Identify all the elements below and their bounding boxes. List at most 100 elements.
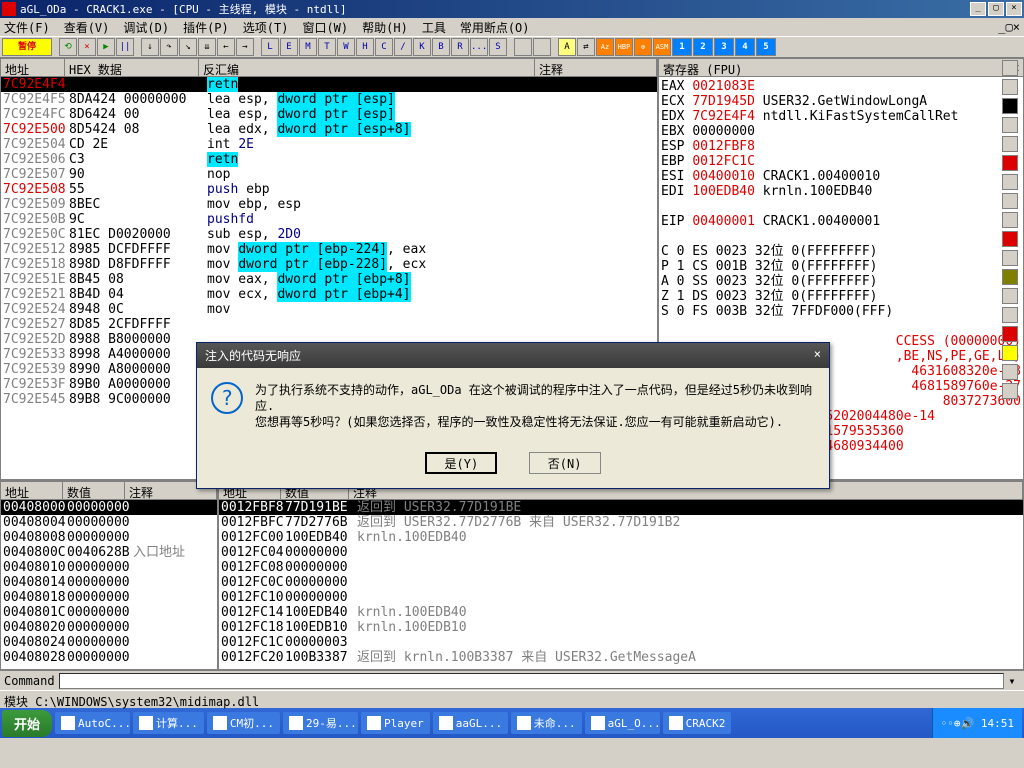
num-btn-3[interactable]: 3 — [714, 38, 734, 56]
menu-window[interactable]: 窗口(W) — [302, 19, 348, 36]
disasm-row[interactable]: 7C92E50B9Cpushfd — [1, 212, 657, 227]
pause-debug-button[interactable]: || — [116, 38, 134, 56]
register-row[interactable]: EBX 00000000 — [661, 124, 1021, 139]
num-btn-5[interactable]: 5 — [756, 38, 776, 56]
letter-btn-L[interactable]: L — [261, 38, 279, 56]
register-row[interactable]: ESP 0012FBF8 — [661, 139, 1021, 154]
trace-over-button[interactable]: ⇊ — [198, 38, 216, 56]
az-button[interactable]: Az — [596, 38, 614, 56]
letter-btn-/[interactable]: / — [394, 38, 412, 56]
close-button[interactable]: × — [1006, 2, 1022, 16]
taskbar-item[interactable]: AutoC... — [55, 712, 130, 734]
rtool-8[interactable] — [1002, 193, 1018, 209]
mdi-minimize[interactable]: _ — [998, 20, 1005, 34]
rtool-15[interactable] — [1002, 326, 1018, 342]
maximize-button[interactable]: ▢ — [988, 2, 1004, 16]
taskbar-item[interactable]: 计算... — [133, 712, 204, 734]
register-row[interactable]: EBP 0012FC1C — [661, 154, 1021, 169]
disasm-row[interactable]: 7C92E506C3retn — [1, 152, 657, 167]
rtool-2[interactable] — [1002, 79, 1018, 95]
hbp-button[interactable]: HBP — [615, 38, 633, 56]
menu-tools[interactable]: 工具 — [422, 19, 446, 36]
system-tray[interactable]: ◦◦⊕🔊 14:51 — [932, 708, 1022, 738]
disasm-row[interactable]: 7C92E4F58DA424 00000000lea esp, dword pt… — [1, 92, 657, 107]
disasm-row[interactable]: 7C92E50790nop — [1, 167, 657, 182]
taskbar-item[interactable]: CRACK2 — [663, 712, 732, 734]
dump-row[interactable]: 0040800C0040628B入口地址 — [1, 545, 217, 560]
dump-body[interactable]: 0040800000000000004080040000000000408008… — [1, 500, 217, 669]
step-over-button[interactable]: ↷ — [160, 38, 178, 56]
rtool-6[interactable] — [1002, 155, 1018, 171]
dialog-titlebar[interactable]: 注入的代码无响应 × — [197, 343, 829, 368]
rtool-12[interactable] — [1002, 269, 1018, 285]
stack-row[interactable]: 0012FBF877D191BE返回到 USER32.77D191BE — [219, 500, 1023, 515]
register-row[interactable]: EAX 0021083E — [661, 79, 1021, 94]
stack-row[interactable]: 0012FC1000000000 — [219, 590, 1023, 605]
register-row[interactable]: ESI 00400010 CRACK1.00400010 — [661, 169, 1021, 184]
num-btn-1[interactable]: 1 — [672, 38, 692, 56]
stack-row[interactable]: 0012FC0800000000 — [219, 560, 1023, 575]
letter-btn-M[interactable]: M — [299, 38, 317, 56]
dump-col-addr[interactable]: 地址 — [1, 482, 63, 499]
disasm-row[interactable]: 7C92E4FC8D6424 00lea esp, dword ptr [esp… — [1, 107, 657, 122]
taskbar-item[interactable]: aaGL... — [433, 712, 508, 734]
dump-row[interactable]: 0040800000000000 — [1, 500, 217, 515]
mdi-restore[interactable]: ▢ — [1006, 20, 1013, 34]
col-hex-header[interactable]: HEX 数据 — [65, 59, 199, 76]
menu-view[interactable]: 查看(V) — [64, 19, 110, 36]
letter-btn-K[interactable]: K — [413, 38, 431, 56]
disasm-row[interactable]: 7C92E5278D85 2CFDFFFF — [1, 317, 657, 332]
tool-btn-a[interactable] — [514, 38, 532, 56]
rtool-16[interactable] — [1002, 345, 1018, 361]
letter-btn-C[interactable]: C — [375, 38, 393, 56]
disasm-row[interactable]: 7C92E5098BECmov ebp, esp — [1, 197, 657, 212]
letter-btn-E[interactable]: E — [280, 38, 298, 56]
command-input[interactable] — [59, 673, 1004, 689]
dump-row[interactable]: 0040801000000000 — [1, 560, 217, 575]
dump-row[interactable]: 0040802400000000 — [1, 635, 217, 650]
disasm-row[interactable]: 7C92E4F4C3retn — [1, 77, 657, 92]
minimize-button[interactable]: _ — [970, 2, 986, 16]
rtool-4[interactable] — [1002, 117, 1018, 133]
num-btn-4[interactable]: 4 — [735, 38, 755, 56]
rtool-7[interactable] — [1002, 174, 1018, 190]
stack-row[interactable]: 0012FC18100EDB10krnln.100EDB10 — [219, 620, 1023, 635]
rtool-5[interactable] — [1002, 136, 1018, 152]
rtool-11[interactable] — [1002, 250, 1018, 266]
dump-col-val[interactable]: 数值 — [63, 482, 125, 499]
mdi-close[interactable]: × — [1013, 20, 1020, 34]
register-row[interactable]: EDI 100EDB40 krnln.100EDB40 — [661, 184, 1021, 199]
trace-into-button[interactable]: ↘ — [179, 38, 197, 56]
disasm-row[interactable]: 7C92E5128985 DCFDFFFFmov dword ptr [ebp-… — [1, 242, 657, 257]
rtool-1[interactable] — [1002, 60, 1018, 76]
dump-row[interactable]: 0040801800000000 — [1, 590, 217, 605]
register-row[interactable]: ECX 77D1945D USER32.GetWindowLongA — [661, 94, 1021, 109]
disasm-row[interactable]: 7C92E518898D D8FDFFFFmov dword ptr [ebp-… — [1, 257, 657, 272]
stack-row[interactable]: 0012FC0C00000000 — [219, 575, 1023, 590]
taskbar-item[interactable]: 未命... — [511, 712, 582, 734]
col-asm-header[interactable]: 反汇编 — [199, 59, 535, 76]
close-debuggee-button[interactable]: × — [78, 38, 96, 56]
step-into-button[interactable]: ↓ — [141, 38, 159, 56]
num-btn-2[interactable]: 2 — [693, 38, 713, 56]
letter-btn-W[interactable]: W — [337, 38, 355, 56]
rtool-14[interactable] — [1002, 307, 1018, 323]
rtool-9[interactable] — [1002, 212, 1018, 228]
rtool-3[interactable] — [1002, 98, 1018, 114]
start-button[interactable]: 开始 — [2, 710, 52, 737]
menu-file[interactable]: 文件(F) — [4, 19, 50, 36]
col-cmt-header[interactable]: 注释 — [535, 59, 657, 76]
disasm-row[interactable]: 7C92E5008D5424 08lea edx, dword ptr [esp… — [1, 122, 657, 137]
disasm-row[interactable]: 7C92E5248948 0Cmov — [1, 302, 657, 317]
dump-row[interactable]: 0040800800000000 — [1, 530, 217, 545]
letter-btn-T[interactable]: T — [318, 38, 336, 56]
registers-header[interactable]: 寄存器 (FPU) < — [659, 59, 1023, 77]
disasm-row[interactable]: 7C92E51E8B45 08mov eax, dword ptr [ebp+8… — [1, 272, 657, 287]
dump-row[interactable]: 0040801C00000000 — [1, 605, 217, 620]
menu-options[interactable]: 选项(T) — [243, 19, 289, 36]
restart-button[interactable]: ⟲ — [59, 38, 77, 56]
command-dropdown-icon[interactable]: ▾ — [1004, 674, 1020, 688]
disasm-row[interactable]: 7C92E5218B4D 04mov ecx, dword ptr [ebp+4… — [1, 287, 657, 302]
letter-btn-S[interactable]: S — [489, 38, 507, 56]
menu-breakpoints[interactable]: 常用断点(O) — [460, 19, 530, 36]
